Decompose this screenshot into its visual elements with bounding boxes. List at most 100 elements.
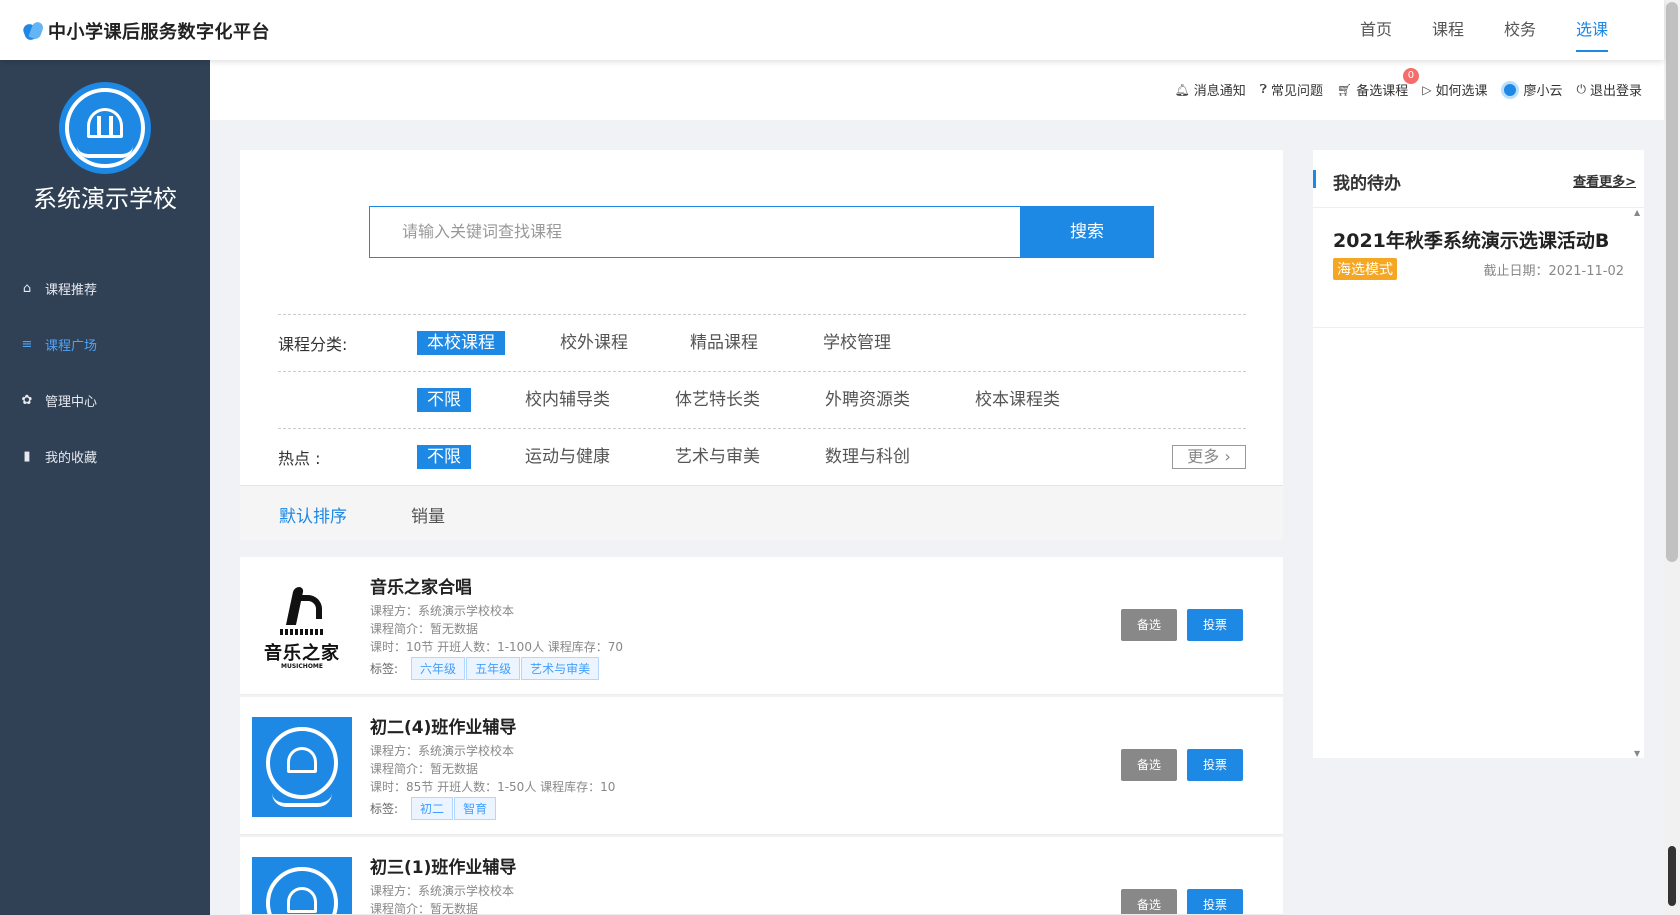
todo-header: 我的待办 查看更多> xyxy=(1313,150,1644,208)
course-provider: 课程方：系统演示学校校本 xyxy=(370,744,515,758)
scroll-up-icon[interactable]: ▲ xyxy=(1634,208,1640,217)
sidebar: 系统演示学校 ⌂ 课程推荐 ≡ 课程广场 ✿ 管理中心 ▮ 我的收藏 xyxy=(0,60,210,915)
subcategory-filter-row: 不限 校内辅导类 体艺特长类 外聘资源类 校本课程类 xyxy=(278,371,1246,427)
deadline: 截止日期：2021-11-02 xyxy=(1483,264,1624,279)
hot-option[interactable]: 艺术与审美 xyxy=(675,445,760,469)
scroll-down-icon[interactable]: ▼ xyxy=(1634,749,1640,758)
course-title[interactable]: 初二(4)班作业辅导 xyxy=(370,713,516,738)
course-title[interactable]: 初三(1)班作业辅导 xyxy=(370,853,516,878)
howto-link[interactable]: ▷ 如何选课 xyxy=(1422,80,1487,100)
user-menu[interactable]: 廖小云 xyxy=(1501,80,1562,99)
subcategory-option[interactable]: 校内辅导类 xyxy=(525,388,610,412)
add-to-cart-button[interactable]: 备选 xyxy=(1121,749,1177,781)
cart-count-badge: 0 xyxy=(1402,68,1419,84)
notice-link[interactable]: 🔔︎ 消息通知 xyxy=(1174,80,1245,100)
cart-icon: 🛒︎ xyxy=(1336,82,1353,97)
school-logo xyxy=(59,82,151,174)
course-card[interactable]: 音乐之家 MUSICHOME 音乐之家合唱 课程方：系统演示学校校本 课程简介：… xyxy=(240,557,1283,695)
home-icon: ⌂ xyxy=(22,280,32,296)
todo-panel: 我的待办 查看更多> 2021年秋季系统演示选课活动B 海选模式 截止日期：20… xyxy=(1313,150,1644,758)
sidebar-item-admin[interactable]: ✿ 管理中心 xyxy=(0,372,210,428)
sidebar-item-recommend[interactable]: ⌂ 课程推荐 xyxy=(0,260,210,316)
tag: 初二 xyxy=(411,797,454,820)
subcategory-option[interactable]: 校本课程类 xyxy=(975,388,1060,412)
course-meta: 课时：85节 开班人数：1-50人 课程库存：10 xyxy=(370,780,616,794)
power-icon: ⏻ xyxy=(1576,82,1586,96)
sort-default[interactable]: 默认排序 xyxy=(279,502,347,527)
top-header: 中小学课后服务数字化平台 首页 课程 校务 选课 xyxy=(0,0,1664,60)
category-filter-row: 课程分类: 本校课程 校外课程 精品课程 学校管理 xyxy=(278,314,1246,370)
scrollbar-thumb[interactable] xyxy=(1666,2,1678,562)
hot-option[interactable]: 数理与科创 xyxy=(825,445,910,469)
avatar xyxy=(1501,80,1520,99)
hot-option[interactable]: 运动与健康 xyxy=(525,445,610,469)
logout-link[interactable]: ⏻ 退出登录 xyxy=(1576,80,1642,99)
hot-option[interactable]: 不限 xyxy=(417,444,471,469)
todo-title: 我的待办 xyxy=(1333,174,1401,194)
nav-home[interactable]: 首页 xyxy=(1360,0,1392,60)
bell-icon: 🔔︎ xyxy=(1174,82,1190,97)
sidebar-item-label: 课程广场 xyxy=(45,338,98,354)
sidebar-item-square[interactable]: ≡ 课程广场 xyxy=(0,316,210,372)
more-button[interactable]: 更多 › xyxy=(1172,445,1246,469)
course-tags: 标签: 初二 智育 xyxy=(370,797,497,820)
list-icon: ≡ xyxy=(21,336,33,352)
gear-icon: ✿ xyxy=(21,392,33,408)
course-title[interactable]: 音乐之家合唱 xyxy=(370,573,472,598)
course-intro: 课程简介：暂无数据 xyxy=(370,902,479,915)
bookmark-icon: ▮ xyxy=(23,448,31,464)
course-intro: 课程简介：暂无数据 xyxy=(370,762,479,776)
search-button[interactable]: 搜索 xyxy=(1020,206,1154,258)
view-more-link[interactable]: 查看更多> xyxy=(1573,171,1636,190)
nav-school-affairs[interactable]: 校务 xyxy=(1504,0,1536,60)
play-circle-icon: ▷ xyxy=(1422,82,1432,97)
sort-sales[interactable]: 销量 xyxy=(411,502,445,527)
category-option[interactable]: 精品课程 xyxy=(690,331,758,355)
sidebar-item-label: 我的收藏 xyxy=(45,450,98,466)
subcategory-option[interactable]: 外聘资源类 xyxy=(825,388,910,412)
category-option[interactable]: 本校课程 xyxy=(417,330,505,355)
course-provider: 课程方：系统演示学校校本 xyxy=(370,884,515,898)
add-to-cart-button[interactable]: 备选 xyxy=(1121,889,1177,914)
vote-button[interactable]: 投票 xyxy=(1187,749,1243,781)
brand[interactable]: 中小学课后服务数字化平台 xyxy=(22,18,270,44)
faq-link[interactable]: ❓︎ 常见问题 xyxy=(1260,80,1323,99)
course-intro: 课程简介：暂无数据 xyxy=(370,622,479,636)
nav-courses[interactable]: 课程 xyxy=(1432,0,1464,60)
course-card[interactable]: 初二(4)班作业辅导 课程方：系统演示学校校本 课程简介：暂无数据 课时：85节… xyxy=(240,697,1283,835)
cart-link[interactable]: 🛒︎ 备选课程 0 xyxy=(1336,68,1419,99)
course-filter-card: 请输入关键词查找课程 搜索 课程分类: 本校课程 校外课程 精品课程 学校管理 … xyxy=(240,150,1283,540)
course-thumbnail xyxy=(252,857,352,914)
vote-button[interactable]: 投票 xyxy=(1187,609,1243,641)
vote-button[interactable]: 投票 xyxy=(1187,889,1243,914)
page-scrollbar[interactable] xyxy=(1664,0,1680,915)
tag: 五年级 xyxy=(466,657,521,680)
piano-logo-icon xyxy=(286,587,322,631)
add-to-cart-button[interactable]: 备选 xyxy=(1121,609,1177,641)
sort-bar: 默认排序 销量 xyxy=(240,485,1283,540)
cloud-logo-icon xyxy=(22,20,44,42)
subcategory-option[interactable]: 不限 xyxy=(417,387,471,412)
course-card[interactable]: 初三(1)班作业辅导 课程方：系统演示学校校本 课程简介：暂无数据 备选 投票 xyxy=(240,837,1283,915)
tag: 智育 xyxy=(454,797,497,820)
todo-item-title[interactable]: 2021年秋季系统演示选课活动B xyxy=(1333,226,1609,253)
mode-badge: 海选模式 xyxy=(1333,258,1397,280)
todo-scrollbar[interactable]: ▲ ▼ xyxy=(1632,208,1644,758)
user-toolbar: 🔔︎ 消息通知 ❓︎ 常见问题 🛒︎ 备选课程 0 ▷ 如何选课 廖小云 ⏻ 退… xyxy=(210,60,1664,120)
tag: 六年级 xyxy=(411,657,466,680)
subcategory-option[interactable]: 体艺特长类 xyxy=(675,388,760,412)
question-icon: ❓︎ xyxy=(1259,82,1267,96)
category-label: 课程分类: xyxy=(278,334,348,354)
todo-item[interactable]: 2021年秋季系统演示选课活动B 海选模式 截止日期：2021-11-02 xyxy=(1313,208,1644,328)
category-option[interactable]: 校外课程 xyxy=(560,331,628,355)
sidebar-item-label: 管理中心 xyxy=(45,394,98,410)
sidebar-item-label: 课程推荐 xyxy=(45,282,98,298)
sidebar-item-favorites[interactable]: ▮ 我的收藏 xyxy=(0,428,210,484)
course-thumbnail: 音乐之家 MUSICHOME xyxy=(252,577,352,677)
nav-course-selection[interactable]: 选课 xyxy=(1575,0,1609,60)
side-menu: ⌂ 课程推荐 ≡ 课程广场 ✿ 管理中心 ▮ 我的收藏 xyxy=(0,260,210,484)
category-option[interactable]: 学校管理 xyxy=(823,331,891,355)
top-nav: 首页 课程 校务 选课 xyxy=(1320,0,1609,60)
course-provider: 课程方：系统演示学校校本 xyxy=(370,604,515,618)
search-input[interactable]: 请输入关键词查找课程 xyxy=(369,206,1021,258)
